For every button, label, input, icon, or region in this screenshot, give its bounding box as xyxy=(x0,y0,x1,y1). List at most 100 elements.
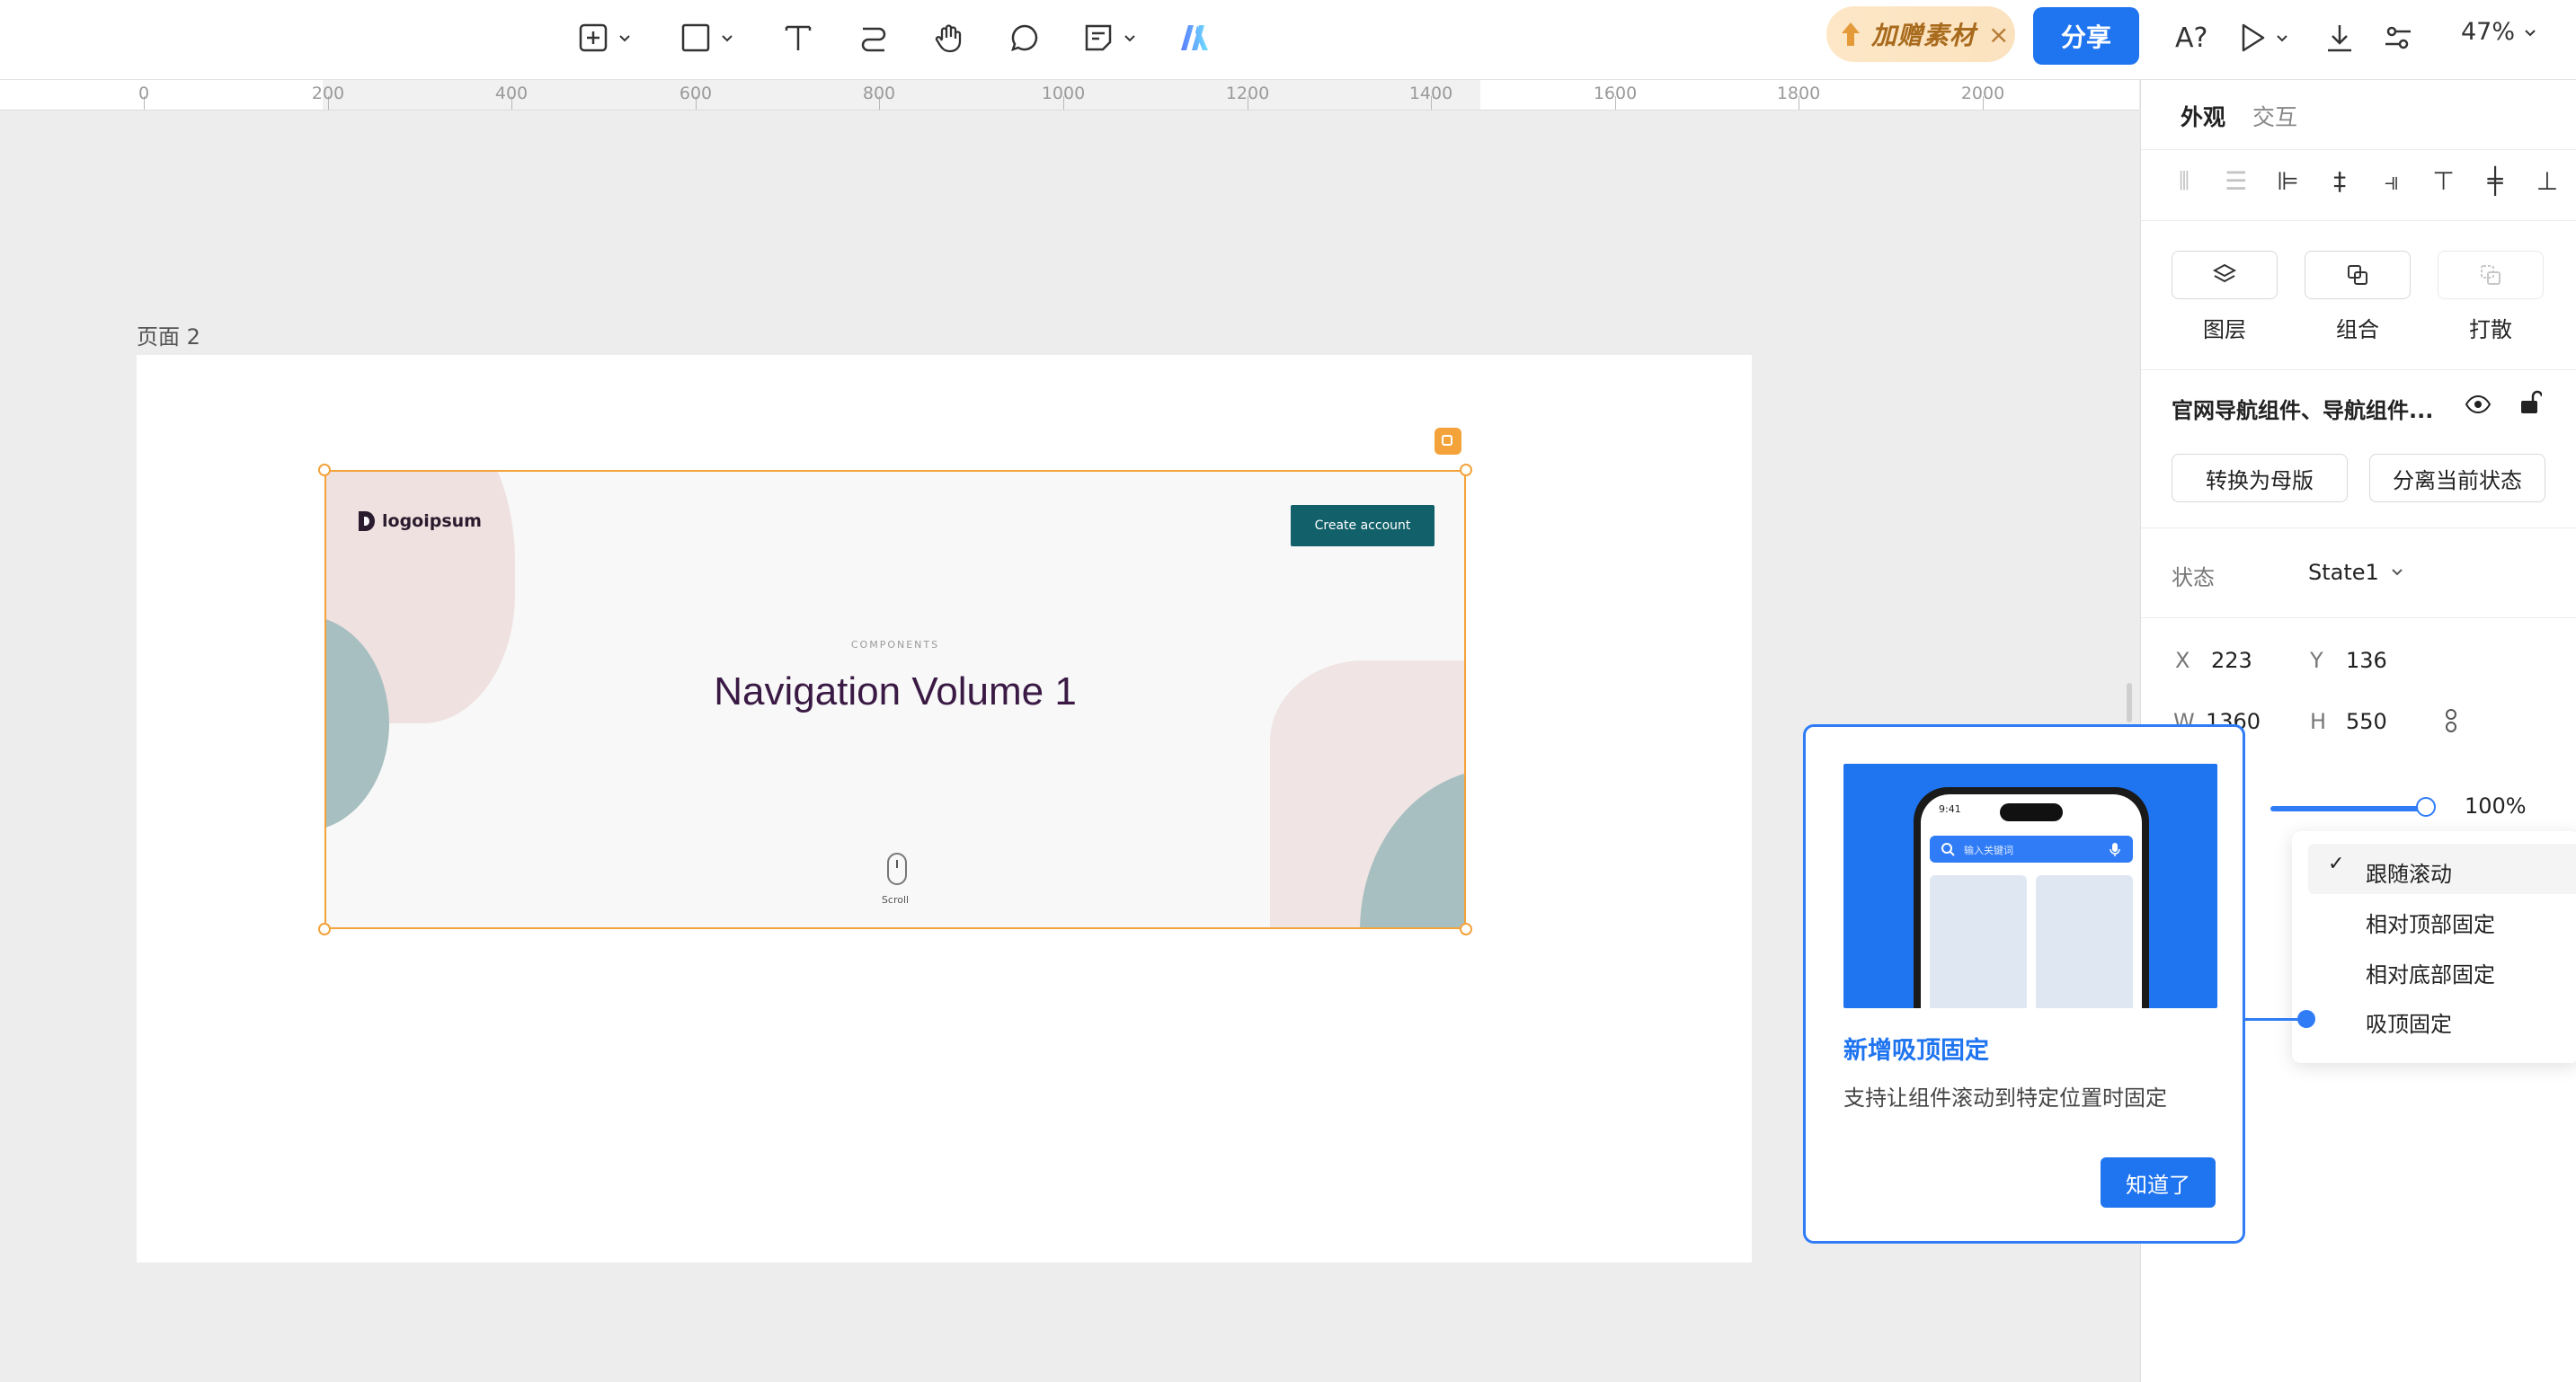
alignment-toolbar: ⫴ ☰ ⊫ ‡ ⫣ ⊤ ╪ ⊥ xyxy=(2168,166,2563,197)
got-it-button[interactable]: 知道了 xyxy=(2101,1157,2216,1208)
ruler-tick-label: 1200 xyxy=(1225,84,1270,103)
resize-handle-top-left[interactable] xyxy=(318,464,331,476)
gift-label: 加赠素材 xyxy=(1871,21,1976,50)
text-icon xyxy=(785,25,812,50)
add-frame-tool[interactable] xyxy=(577,18,633,58)
x-label: X xyxy=(2175,648,2190,673)
group-icon xyxy=(2348,265,2367,285)
hero-title: Navigation Volume 1 xyxy=(714,669,1077,713)
share-button[interactable]: 分享 xyxy=(2033,7,2139,65)
unlock-icon[interactable] xyxy=(2518,389,2542,416)
component-name: 官网导航组件、导航组件... xyxy=(2172,398,2434,423)
distribute-vertical-icon[interactable]: ☰ xyxy=(2220,166,2252,197)
dropdown-item-follow-scroll[interactable]: ✓ 跟随滚动 xyxy=(2308,844,2576,894)
ungroup-button[interactable] xyxy=(2438,251,2544,299)
preview-button[interactable] xyxy=(2238,18,2290,58)
shape-tool[interactable] xyxy=(680,18,735,58)
state-select[interactable]: State1 xyxy=(2308,560,2379,585)
resize-handle-top-right[interactable] xyxy=(1460,464,1472,476)
chevron-down-icon xyxy=(2277,35,2287,42)
ungroup-icon xyxy=(2481,265,2500,285)
align-right-icon[interactable]: ⫣ xyxy=(2376,166,2408,197)
zoom-control[interactable]: 47% xyxy=(2461,18,2538,46)
h-input[interactable]: 550 xyxy=(2346,709,2387,734)
visibility-eye-icon[interactable] xyxy=(2465,393,2492,416)
settings-button[interactable] xyxy=(2382,18,2414,58)
layers-icon xyxy=(2212,263,2237,283)
tooltip-connector-dot xyxy=(2297,1010,2315,1028)
ruler-tick-label: 1400 xyxy=(1408,84,1453,103)
opacity-slider-knob[interactable] xyxy=(2416,797,2436,817)
navigation-component-frame[interactable]: logoipsum Create account COMPONENTS Navi… xyxy=(324,470,1466,929)
layers-label: 图层 xyxy=(2203,317,2246,342)
note-tool[interactable] xyxy=(1082,18,1138,58)
align-middle-icon[interactable]: ╪ xyxy=(2479,166,2511,197)
resize-handle-bottom-right[interactable] xyxy=(1460,923,1472,935)
hand-tool[interactable] xyxy=(933,18,965,58)
ruler-tick-label: 600 xyxy=(679,84,713,103)
tab-appearance[interactable]: 外观 xyxy=(2181,100,2225,132)
ruler-tick-label: 2000 xyxy=(1960,84,2005,103)
opacity-value[interactable]: 100% xyxy=(2465,793,2527,819)
opacity-slider-track[interactable] xyxy=(2270,806,2429,811)
aspect-lock-icon[interactable] xyxy=(2443,707,2459,734)
logo: logoipsum xyxy=(357,509,482,533)
mouse-scroll-icon xyxy=(887,853,907,885)
font-missing-icon: A? xyxy=(2175,22,2208,54)
align-bottom-icon[interactable]: ⊥ xyxy=(2531,166,2563,197)
hand-icon xyxy=(935,24,962,53)
h-label: H xyxy=(2310,709,2327,734)
ruler-tick-label: 1000 xyxy=(1041,84,1086,103)
feature-tip-card: 9:41 输入关键词 新增吸顶固定 支持让组件滚动到特定位置时固定 知道了 xyxy=(1803,724,2245,1244)
font-check-button[interactable]: A? xyxy=(2175,18,2207,58)
text-tool[interactable] xyxy=(782,18,814,58)
feature-illustration: 9:41 输入关键词 xyxy=(1843,764,2217,1008)
microphone-icon xyxy=(2110,843,2120,856)
connector-tool[interactable] xyxy=(857,18,890,58)
detach-state-button[interactable]: 分离当前状态 xyxy=(2369,454,2545,502)
y-input[interactable]: 136 xyxy=(2346,648,2387,673)
ruler-tick-label: 400 xyxy=(494,84,529,103)
ruler-tick-label: 1800 xyxy=(1776,84,1821,103)
canvas-scrollbar[interactable] xyxy=(2127,683,2132,722)
check-icon: ✓ xyxy=(2328,853,2345,875)
dropdown-item-sticky-top[interactable]: 吸顶固定 xyxy=(2292,994,2576,1044)
create-account-button[interactable]: Create account xyxy=(1291,505,1435,546)
add-frame-icon xyxy=(579,23,608,52)
comment-tool[interactable] xyxy=(1008,18,1041,58)
chevron-down-icon xyxy=(619,35,630,42)
dropdown-item-fixed-top[interactable]: 相对顶部固定 xyxy=(2292,894,2576,944)
resize-handle-bottom-left[interactable] xyxy=(318,923,331,935)
logo-mark-icon xyxy=(359,511,375,531)
chevron-down-icon[interactable] xyxy=(2389,563,2405,580)
chevron-down-icon xyxy=(722,35,733,42)
phone-mockup: 9:41 输入关键词 xyxy=(1914,787,2149,1008)
phone-search-placeholder: 输入关键词 xyxy=(1964,845,2013,856)
align-left-icon[interactable]: ⊫ xyxy=(2271,166,2304,197)
comment-icon xyxy=(1011,24,1038,51)
x-input[interactable]: 223 xyxy=(2211,648,2252,673)
align-top-icon[interactable]: ⊤ xyxy=(2428,166,2460,197)
group-button[interactable] xyxy=(2305,251,2411,299)
close-icon[interactable]: × xyxy=(1988,20,2009,49)
layers-button[interactable] xyxy=(2172,251,2278,299)
ruler-tick-label: 0 xyxy=(138,84,150,103)
ai-tool[interactable] xyxy=(1177,18,1213,58)
convert-to-master-button[interactable]: 转换为母版 xyxy=(2172,454,2348,502)
gift-material-banner[interactable]: 加赠素材 × xyxy=(1826,6,2015,62)
top-toolbar: 加赠素材 × 分享 A? 47% xyxy=(0,0,2576,80)
play-icon xyxy=(2242,23,2265,52)
ai-icon xyxy=(1181,25,1208,50)
align-center-horizontal-icon[interactable]: ‡ xyxy=(2323,166,2356,197)
tab-interaction[interactable]: 交互 xyxy=(2252,100,2297,132)
download-button[interactable] xyxy=(2324,18,2355,58)
dropdown-item-fixed-bottom[interactable]: 相对底部固定 xyxy=(2292,944,2576,995)
divider xyxy=(2141,527,2576,528)
divider xyxy=(2141,369,2576,370)
phone-search-bar: 输入关键词 xyxy=(1930,836,2133,863)
distribute-horizontal-icon[interactable]: ⫴ xyxy=(2168,166,2200,197)
horizontal-ruler: 0200400600800100012001400160018002000220… xyxy=(0,80,2189,111)
zoom-value: 47% xyxy=(2461,18,2516,46)
state-label: 状态 xyxy=(2172,565,2215,590)
component-instance-icon[interactable] xyxy=(1435,428,1461,455)
